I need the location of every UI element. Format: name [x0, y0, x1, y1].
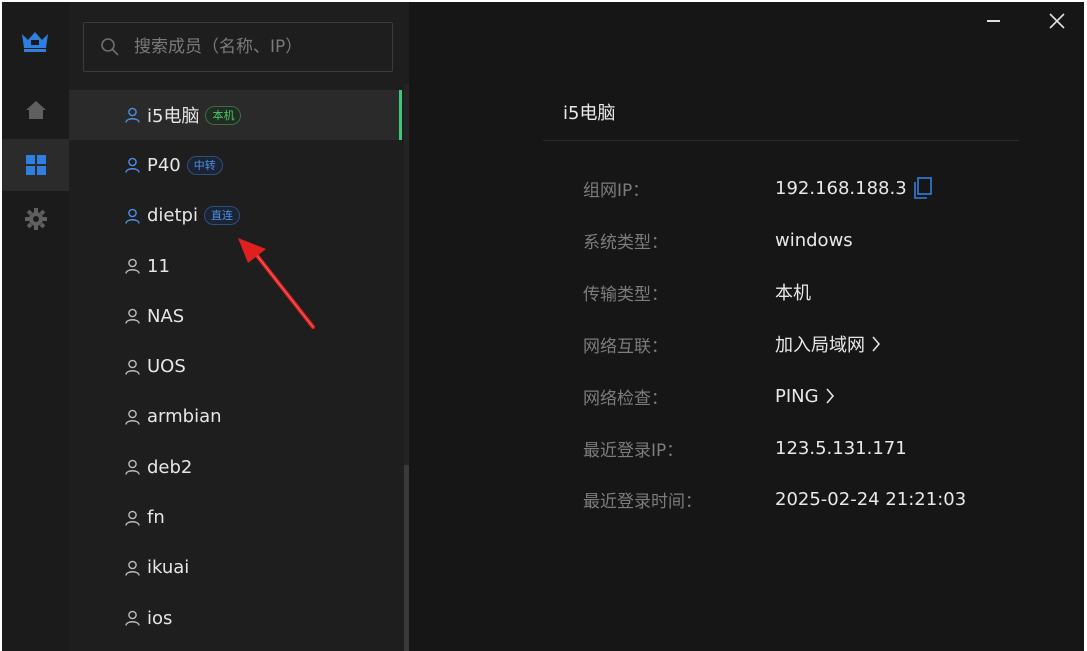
- nav-members[interactable]: [2, 139, 69, 191]
- user-icon: [125, 610, 140, 626]
- member-name: i5电脑: [147, 106, 200, 128]
- member-item[interactable]: ikuai: [69, 543, 402, 593]
- member-name: ios: [147, 607, 173, 629]
- field-label: 组网IP：: [583, 180, 650, 201]
- field-interconnect: 网络互联： 加入局域网: [583, 331, 881, 357]
- member-item[interactable]: dietpi 直连: [69, 191, 402, 241]
- member-item[interactable]: ios: [69, 593, 402, 643]
- ping-label: PING: [775, 385, 819, 407]
- field-label: 最近登录IP：: [583, 440, 684, 461]
- user-icon: [125, 359, 140, 375]
- grid-icon: [25, 155, 46, 175]
- member-name: dietpi: [147, 205, 198, 227]
- search-icon: [101, 38, 119, 56]
- member-tag: 中转: [186, 155, 223, 175]
- icon-rail: [2, 2, 69, 651]
- member-item[interactable]: P40 中转: [69, 140, 402, 190]
- field-last-login-ip: 最近登录IP： 123.5.131.171: [583, 436, 907, 461]
- field-label: 网络互联：: [583, 336, 668, 357]
- user-icon: [125, 208, 140, 224]
- member-name: 11: [147, 255, 170, 277]
- app-window: i5电脑本机P40中转dietpi直连11NASUOSarmbiandeb2fn…: [2, 2, 1084, 651]
- nav-settings[interactable]: [2, 193, 69, 245]
- detail-panel: [409, 2, 1084, 651]
- member-name: fn: [147, 507, 165, 529]
- member-item[interactable]: i5电脑 本机: [69, 90, 402, 141]
- search-input[interactable]: [134, 37, 374, 57]
- last-login-time-value: 2025-02-24 21:21:03: [775, 488, 967, 510]
- member-item[interactable]: deb2: [69, 442, 402, 492]
- member-item[interactable]: 11: [69, 241, 402, 291]
- home-icon: [25, 101, 46, 119]
- member-name: armbian: [147, 406, 222, 428]
- transport-type-value: 本机: [775, 283, 811, 304]
- member-name: ikuai: [147, 557, 190, 579]
- member-name: UOS: [147, 356, 186, 378]
- crown-logo-icon: [22, 32, 48, 52]
- field-label: 系统类型：: [583, 232, 668, 253]
- member-tag: 本机: [205, 105, 242, 125]
- gear-icon: [24, 208, 47, 230]
- member-name: P40: [147, 154, 181, 176]
- field-os-type: 系统类型： windows: [583, 228, 853, 253]
- chevron-right-icon: [872, 336, 881, 352]
- field-network-check: 网络检查： PING: [583, 384, 835, 409]
- member-item[interactable]: armbian: [69, 392, 402, 442]
- ping-link[interactable]: PING: [775, 386, 835, 407]
- member-list-panel: i5电脑本机P40中转dietpi直连11NASUOSarmbiandeb2fn…: [69, 2, 410, 651]
- member-tag: 直连: [204, 206, 240, 226]
- user-icon: [125, 459, 140, 475]
- close-button[interactable]: [1049, 13, 1065, 29]
- network-ip-value: 192.168.188.3: [775, 177, 907, 199]
- copy-icon[interactable]: [913, 177, 933, 199]
- field-label: 最近登录时间：: [583, 491, 702, 512]
- minimize-button[interactable]: [987, 20, 1000, 22]
- field-last-login-time: 最近登录时间： 2025-02-24 21:21:03: [583, 487, 967, 512]
- user-icon: [125, 107, 140, 123]
- field-transport-type: 传输类型： 本机: [583, 280, 811, 305]
- detail-title: i5电脑: [563, 103, 616, 124]
- member-item[interactable]: NAS: [69, 291, 402, 341]
- member-item[interactable]: fn: [69, 492, 402, 542]
- user-icon: [125, 309, 140, 325]
- chevron-right-icon: [825, 388, 834, 404]
- member-item[interactable]: UOS: [69, 341, 402, 391]
- join-lan-link[interactable]: 加入局域网: [775, 331, 881, 357]
- user-icon: [125, 258, 140, 274]
- search-box[interactable]: [83, 22, 393, 72]
- user-icon: [125, 560, 140, 576]
- join-lan-label: 加入局域网: [775, 335, 865, 356]
- member-name: NAS: [147, 305, 185, 327]
- nav-home[interactable]: [2, 84, 69, 136]
- user-icon: [125, 409, 140, 425]
- member-list: i5电脑 本机 P40 中转 dietpi 直连 11 NAS UOS armbian deb2 fn…: [69, 90, 402, 651]
- user-icon: [125, 510, 140, 526]
- user-icon: [125, 158, 140, 174]
- field-label: 网络检查：: [583, 388, 668, 409]
- os-type-value: windows: [775, 229, 853, 251]
- field-label: 传输类型：: [583, 284, 668, 305]
- field-network-ip: 组网IP： 192.168.188.3: [583, 176, 933, 201]
- last-login-ip-value: 123.5.131.171: [775, 437, 907, 459]
- member-name: deb2: [147, 456, 193, 478]
- detail-divider: [543, 140, 1019, 141]
